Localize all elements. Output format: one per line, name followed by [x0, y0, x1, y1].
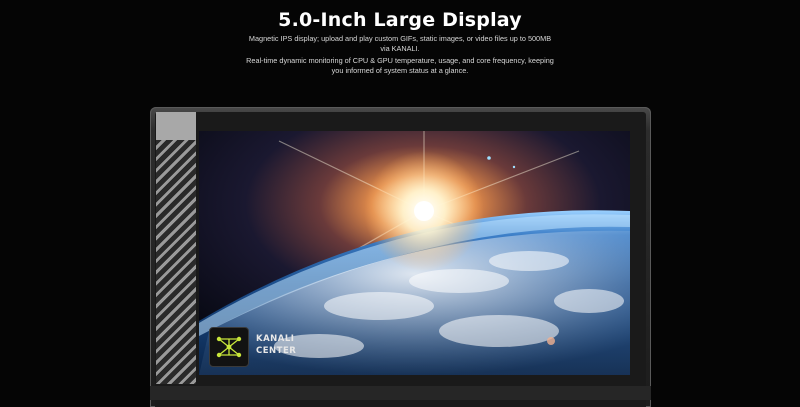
logo-text-line-2: CENTER [256, 346, 297, 356]
striped-side-panel [156, 112, 196, 384]
page-title: 5.0-Inch Large Display [278, 9, 522, 31]
kanali-network-icon [209, 327, 249, 367]
description-line-3: Real-time dynamic monitoring of CPU & GP… [246, 56, 554, 65]
side-panel-top-plate [156, 112, 196, 140]
description-line-4: you informed of system status at a glanc… [331, 66, 469, 75]
description-line-2: via KANALI. [380, 44, 420, 53]
device-bottom-edge [150, 386, 651, 400]
logo-text-line-1: KANALI [256, 334, 295, 344]
description-line-1: Magnetic IPS display; upload and play cu… [248, 34, 552, 43]
